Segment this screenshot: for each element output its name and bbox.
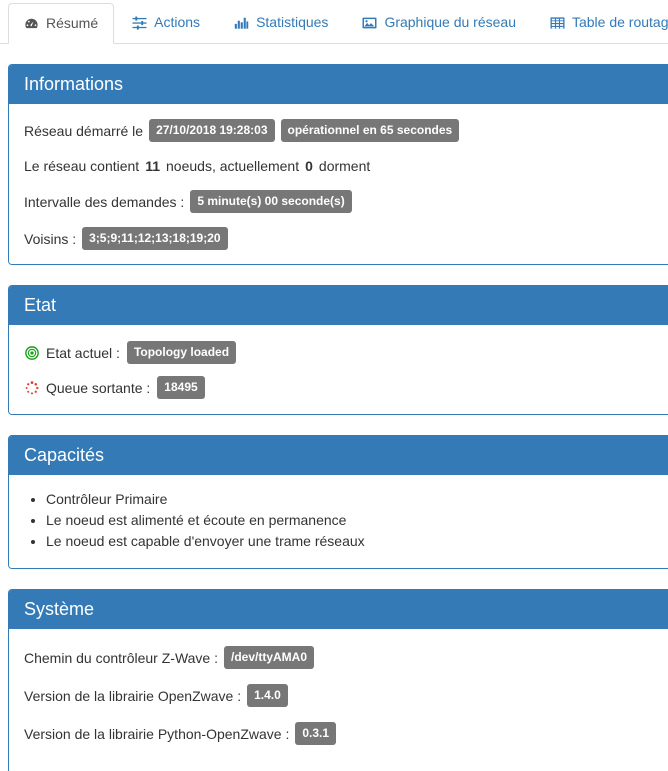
panel-body-informations: Réseau démarré le 27/10/2018 19:28:03 op… [9, 104, 668, 264]
python-openzwave-version-label: Version de la librairie Python-OpenZwave… [24, 725, 290, 742]
image-icon [362, 16, 377, 30]
spinner-icon [24, 380, 39, 395]
sliders-icon [132, 16, 147, 30]
neighbors-badge: 3;5;9;11;12;13;18;19;20 [82, 227, 228, 250]
current-state-line: Etat actuel : Topology loaded [24, 341, 668, 364]
tab-label: Statistiques [256, 14, 329, 31]
network-operational-badge: opérationnel en 65 secondes [280, 119, 460, 142]
controller-path-label: Chemin du contrôleur Z-Wave : [24, 649, 218, 666]
panel-heading-informations: Informations [9, 65, 668, 104]
panel-heading-capacites: Capacités [9, 436, 668, 475]
panel-informations: Informations Réseau démarré le 27/10/201… [8, 64, 668, 265]
network-started-badge: 27/10/2018 19:28:03 [149, 119, 275, 142]
tab-actions[interactable]: Actions [116, 2, 216, 43]
panel-etat: Etat Etat actuel : Topology loaded Queue… [8, 285, 668, 415]
openzwave-version-label: Version de la librairie OpenZwave : [24, 687, 242, 704]
nodes-count-value: 11 [145, 158, 161, 174]
neighbors-line: Voisins : 3;5;9;11;12;13;18;19;20 [24, 227, 668, 250]
network-started-line: Réseau démarré le 27/10/2018 19:28:03 op… [24, 119, 668, 142]
panel-heading-etat: Etat [9, 286, 668, 325]
python-openzwave-version-badge: 0.3.1 [295, 722, 337, 745]
outgoing-queue-line: Queue sortante : 18495 [24, 376, 668, 399]
panel-title: Capacités [24, 445, 105, 465]
tab-label: Graphique du réseau [384, 14, 516, 31]
panel-title: Etat [24, 295, 57, 315]
panel-heading-systeme: Système [9, 590, 668, 629]
outgoing-queue-label: Queue sortante : [46, 379, 151, 396]
poll-interval-badge: 5 minute(s) 00 seconde(s) [190, 190, 352, 213]
network-started-label: Réseau démarré le [24, 122, 144, 139]
panel-body-systeme: Chemin du contrôleur Z-Wave : /dev/ttyAM… [9, 629, 668, 771]
tab-bar: Résumé Actions Statistiques Graphique du… [0, 0, 668, 44]
tab-label: Résumé [46, 15, 99, 32]
bar-chart-icon [234, 16, 249, 30]
outgoing-queue-badge: 18495 [157, 376, 205, 399]
panel-title: Système [24, 599, 95, 619]
current-state-badge: Topology loaded [126, 341, 237, 364]
nodes-prefix-label: Le réseau contient [24, 158, 140, 174]
python-openzwave-version-line: Version de la librairie Python-OpenZwave… [24, 722, 668, 745]
capabilities-list: Contrôleur Primaire Le noeud est aliment… [24, 489, 668, 552]
sleeping-count-value: 0 [305, 158, 313, 174]
tab-table-de-routage[interactable]: Table de routage [534, 2, 668, 43]
panel-systeme: Système Chemin du contrôleur Z-Wave : /d… [8, 589, 668, 771]
openzwave-version-badge: 1.4.0 [247, 684, 288, 707]
panel-capacites: Capacités Contrôleur Primaire Le noeud e… [8, 435, 668, 569]
tab-graphique-du-reseau[interactable]: Graphique du réseau [346, 2, 532, 43]
neighbors-label: Voisins : [24, 230, 77, 247]
dashboard-icon [24, 17, 39, 31]
poll-interval-line: Intervalle des demandes : 5 minute(s) 00… [24, 190, 668, 213]
list-item: Le noeud est capable d'envoyer une trame… [46, 531, 668, 552]
nodes-mid-label: noeuds, actuellement [166, 158, 300, 174]
tab-statistiques[interactable]: Statistiques [218, 2, 344, 43]
controller-path-line: Chemin du contrôleur Z-Wave : /dev/ttyAM… [24, 646, 668, 669]
panel-body-etat: Etat actuel : Topology loaded Queue sort… [9, 325, 668, 414]
table-icon [550, 16, 565, 30]
tab-label: Actions [154, 14, 201, 31]
tab-label: Table de routage [571, 14, 668, 31]
current-state-label: Etat actuel : [46, 344, 120, 361]
poll-interval-label: Intervalle des demandes : [24, 193, 185, 210]
panel-body-capacites: Contrôleur Primaire Le noeud est aliment… [9, 475, 668, 568]
dot-circle-icon [24, 345, 39, 360]
nodes-suffix-label: dorment [318, 158, 371, 174]
page-root: Résumé Actions Statistiques Graphique du… [0, 0, 668, 771]
panel-title: Informations [24, 74, 124, 94]
list-item: Contrôleur Primaire [46, 489, 668, 510]
controller-path-badge: /dev/ttyAMA0 [224, 646, 315, 669]
list-item: Le noeud est alimenté et écoute en perma… [46, 510, 668, 531]
tab-resume[interactable]: Résumé [8, 3, 115, 44]
network-nodes-line: Le réseau contient 11 noeuds, actuelleme… [24, 156, 668, 176]
openzwave-version-line: Version de la librairie OpenZwave : 1.4.… [24, 684, 668, 707]
